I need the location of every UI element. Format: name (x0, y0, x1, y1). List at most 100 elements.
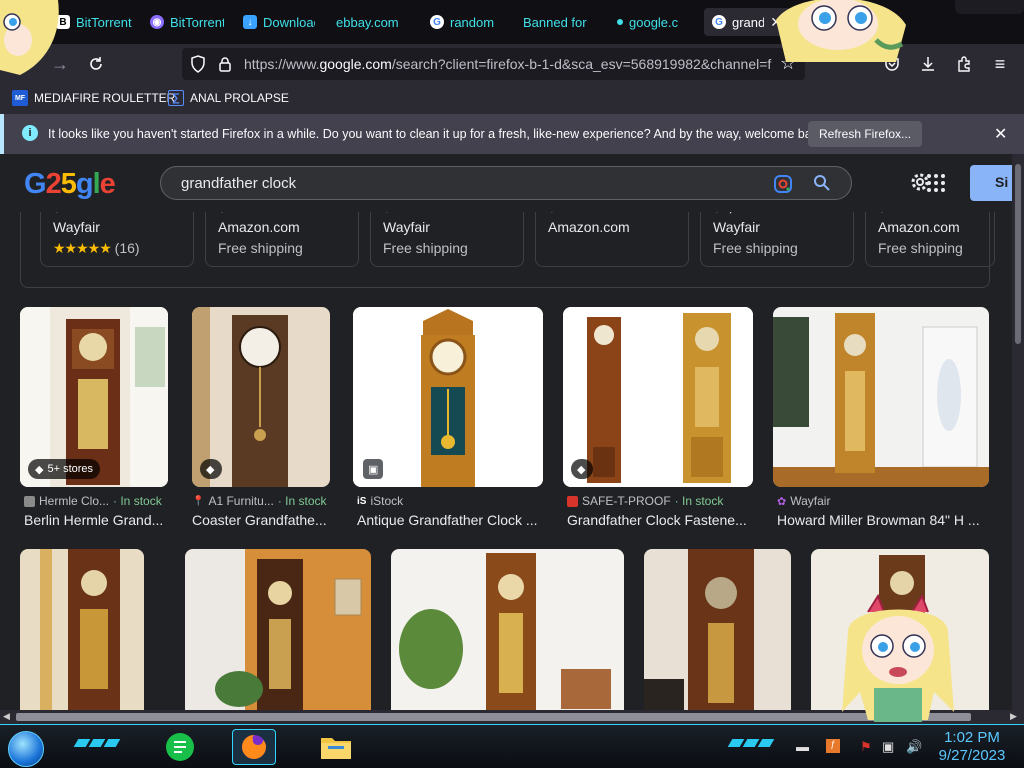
image-thumbnail[interactable] (185, 549, 371, 710)
image-title[interactable]: Coaster Grandfathe... (192, 512, 338, 528)
image-icon[interactable]: ▣ (363, 459, 383, 479)
apps-grid-icon[interactable] (926, 173, 946, 198)
vertical-scrollbar[interactable] (1012, 154, 1024, 710)
bookmark-anal-prolapse[interactable]: ∑ ANAL PROLAPSE (168, 90, 289, 106)
image-thumbnail[interactable] (20, 549, 144, 710)
start-orb-icon[interactable] (8, 731, 44, 767)
search-input[interactable]: grandfather clock (181, 175, 296, 192)
url-domain: google.com (319, 56, 392, 72)
bookmark-mediafire[interactable]: MF MEDIAFIRE ROULETTER (12, 90, 175, 106)
image-result[interactable]: ◆ SAFE-T-PROOF · In stock Grandfather Clo… (563, 307, 753, 529)
clock-date: 9/27/2023 (938, 747, 1006, 764)
bookmark-label: MEDIAFIRE ROULETTER (34, 91, 176, 105)
clock-time: 1:02 PM (944, 729, 1000, 746)
clock-photo (391, 549, 624, 710)
image-thumbnail[interactable] (563, 307, 753, 487)
source-name: iStock (370, 494, 404, 508)
tab-ebbay[interactable]: ebbay.com (336, 8, 408, 36)
site-favicon-icon (24, 495, 35, 507)
scrollbar-thumb[interactable] (1015, 164, 1021, 344)
tab-label: BitTorrent (76, 14, 132, 30)
flag-tray-icon[interactable]: ⚑ (860, 739, 872, 755)
network-icon[interactable]: ▣ (882, 739, 894, 755)
tab-random[interactable]: G random (430, 8, 502, 36)
image-result[interactable]: ▣ iS iStock Antique Grandfather Clock ... (353, 307, 543, 529)
image-result[interactable]: ◆ 5+ stores Hermle Clo... · In stock Berli… (20, 307, 170, 529)
scroll-left-icon[interactable]: ◀ (3, 711, 10, 722)
lock-icon[interactable] (218, 56, 232, 77)
image-result[interactable]: ✿ Wayfair Howard Miller Browman 84" H ... (773, 307, 989, 529)
notification-message: It looks like you haven't started Firefo… (48, 127, 828, 141)
window-control[interactable] (955, 0, 1024, 14)
source-name: A1 Furnitu... (208, 494, 274, 508)
address-bar[interactable]: https://www.google.com/search?client=fir… (182, 48, 805, 80)
shield-icon[interactable] (190, 55, 206, 78)
tab-label: Banned for (523, 14, 587, 30)
clock[interactable]: 1:02 PM 9/27/2023 (930, 729, 1014, 765)
image-title[interactable]: Berlin Hermle Grand... (24, 512, 170, 528)
image-thumbnail[interactable] (644, 549, 791, 710)
tab-bittorrent-2[interactable]: ◉ BitTorrent (150, 8, 224, 36)
extensions-icon[interactable] (952, 52, 976, 76)
image-title[interactable]: Antique Grandfather Clock ... (357, 512, 543, 528)
taskbar-decoration (727, 739, 775, 747)
reload-icon[interactable] (84, 52, 108, 76)
merchant: Wayfair (383, 219, 430, 235)
tab-banned[interactable]: Banned for (523, 8, 595, 36)
image-result[interactable] (20, 549, 144, 710)
safe-t-proof-icon (567, 495, 578, 507)
image-result[interactable]: ◆ 📍 A1 Furnitu... · In stock Coaster Grand… (192, 307, 338, 529)
source-name: SAFE-T-PROOF (582, 494, 671, 508)
stores-badge[interactable]: ◆ 5+ stores (28, 459, 101, 479)
notes-app-icon[interactable] (158, 729, 202, 765)
search-icon[interactable] (813, 174, 831, 197)
hamburger-menu-icon[interactable]: ≡ (988, 52, 1012, 76)
wayfair-icon: ✿ (777, 495, 787, 508)
image-title[interactable]: Howard Miller Browman 84" H ... (777, 512, 989, 528)
volume-icon[interactable]: 🔊 (906, 739, 922, 755)
image-result[interactable] (644, 549, 791, 710)
search-box[interactable]: grandfather clock (160, 166, 852, 200)
tab-label: random (450, 14, 495, 30)
firefox-taskbar-icon[interactable] (232, 729, 276, 765)
merchant: Wayfair (53, 219, 100, 235)
security-tray-icon[interactable]: ƒ (826, 739, 840, 753)
tab-google[interactable]: google.c (617, 8, 689, 36)
tag-icon: ◆ (35, 463, 44, 476)
image-source[interactable]: SAFE-T-PROOF · In stock (567, 494, 723, 508)
image-result[interactable] (391, 549, 624, 710)
stock-status: · In stock (113, 494, 162, 508)
close-icon[interactable]: ✕ (994, 124, 1007, 144)
file-explorer-icon[interactable] (314, 729, 358, 765)
image-thumbnail[interactable] (391, 549, 624, 710)
google-lens-icon[interactable] (773, 174, 793, 199)
scrollbar-thumb[interactable] (16, 713, 971, 721)
show-hidden-icons[interactable]: ▬ (796, 739, 809, 754)
character-sticker-top-left (0, 0, 59, 75)
tab-bittorrent-1[interactable]: B BitTorrent (56, 8, 134, 36)
downloads-icon[interactable] (916, 52, 940, 76)
image-source[interactable]: Hermle Clo... · In stock (24, 494, 162, 508)
scroll-right-icon[interactable]: ▶ (1010, 711, 1017, 722)
refresh-firefox-button[interactable]: Refresh Firefox... (808, 121, 923, 147)
google-doodle-logo[interactable]: G25gle (24, 168, 116, 201)
source-name: Hermle Clo... (39, 494, 110, 508)
tab-download[interactable]: ↓ Download (243, 8, 315, 36)
shipping: Free shipping (878, 240, 963, 256)
url-text[interactable]: https://www.google.com/search?client=fir… (244, 56, 774, 72)
tag-icon[interactable]: ◆ (571, 459, 593, 479)
stock-status: · In stock (674, 494, 724, 508)
tag-icon[interactable]: ◆ (200, 459, 222, 479)
shipping: Free shipping (383, 240, 468, 256)
image-title[interactable]: Grandfather Clock Fastene... (567, 512, 753, 528)
tab-label: google.c (629, 14, 679, 30)
badge-text: 5+ stores (47, 463, 94, 475)
image-result[interactable] (185, 549, 371, 710)
sign-in-button[interactable]: Si (970, 165, 1012, 201)
image-thumbnail[interactable] (773, 307, 989, 487)
merchant: Wayfair (713, 219, 760, 235)
image-source[interactable]: 📍 A1 Furnitu... · In stock (192, 494, 327, 508)
image-source[interactable]: ✿ Wayfair (777, 494, 830, 508)
clock-photo (773, 307, 989, 487)
image-source[interactable]: iS iStock (357, 494, 403, 508)
